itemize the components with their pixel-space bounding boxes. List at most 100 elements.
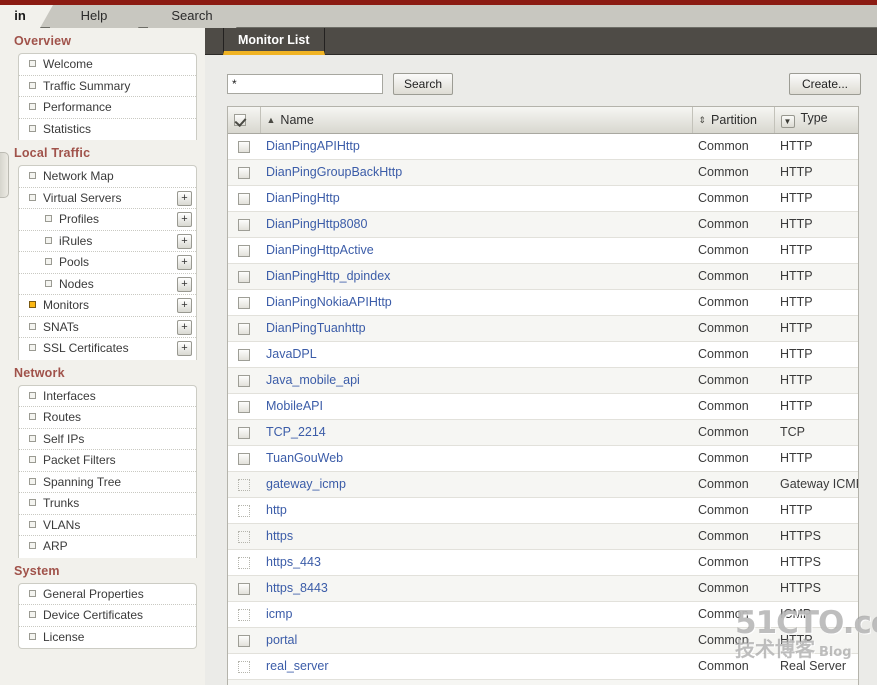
- chevron-down-icon[interactable]: ▼: [780, 115, 795, 129]
- row-checkbox[interactable]: [238, 634, 250, 647]
- bullet-icon: [29, 103, 36, 110]
- row-checkbox[interactable]: [238, 400, 250, 413]
- expand-icon[interactable]: +: [177, 190, 192, 206]
- monitor-name-link[interactable]: TuanGouWeb: [266, 451, 343, 465]
- column-header-select-all[interactable]: [228, 107, 261, 134]
- row-checkbox[interactable]: [238, 270, 250, 283]
- partition-cell: Common: [692, 575, 774, 602]
- sidebar-item-trunks[interactable]: Trunks: [19, 493, 196, 515]
- sidebar-item-label: iRules: [59, 233, 93, 248]
- expand-icon[interactable]: +: [177, 212, 192, 227]
- monitor-name-link[interactable]: portal: [266, 633, 297, 647]
- select-all-checkbox[interactable]: [234, 114, 246, 127]
- sidebar-item-spanning-tree[interactable]: Spanning Tree: [19, 472, 196, 493]
- bullet-icon: [29, 193, 36, 201]
- sidebar-item-performance[interactable]: Performance: [19, 97, 196, 119]
- top-tab-in[interactable]: in: [0, 5, 53, 28]
- table-row: snmp_dcaCommonSNMP DCA: [228, 679, 858, 685]
- row-checkbox[interactable]: [238, 166, 250, 179]
- sidebar-item-nodes[interactable]: Nodes +: [19, 274, 196, 295]
- sidebar-item-irules[interactable]: iRules +: [19, 231, 196, 252]
- sidebar-item-statistics[interactable]: Statistics: [19, 119, 196, 141]
- search-button[interactable]: Search: [393, 73, 454, 95]
- sidebar-item-ssl-certificates[interactable]: SSL Certificates +: [19, 338, 196, 360]
- sidebar-item-profiles[interactable]: Profiles +: [19, 209, 196, 231]
- sidebar-item-traffic-summary[interactable]: Traffic Summary: [19, 76, 196, 97]
- sidebar-item-monitors[interactable]: Monitors +: [19, 295, 196, 317]
- sidebar-item-license[interactable]: License: [19, 627, 196, 649]
- sidebar-item-label: SSL Certificates: [43, 341, 129, 355]
- monitor-name-link[interactable]: DianPingHttp_dpindex: [266, 269, 390, 283]
- sidebar-item-label: Routes: [43, 410, 82, 424]
- bullet-icon: [45, 236, 52, 244]
- type-cell: SNMP DCA: [774, 679, 858, 685]
- bullet-icon: [29, 322, 36, 330]
- top-tab-help[interactable]: Help: [50, 5, 151, 28]
- monitor-name-link[interactable]: Java_mobile_api: [266, 373, 360, 387]
- sidebar-item-general-properties[interactable]: General Properties: [19, 584, 196, 605]
- sidebar-item-welcome[interactable]: Welcome: [19, 54, 196, 76]
- tab-monitor-list[interactable]: Monitor List: [223, 28, 325, 55]
- sidebar-item-packet-filters[interactable]: Packet Filters: [19, 450, 196, 472]
- row-checkbox[interactable]: [238, 322, 250, 335]
- type-cell: HTTP: [774, 289, 858, 316]
- monitor-name-link[interactable]: DianPingHttpActive: [266, 243, 374, 257]
- sidebar-item-self-ips[interactable]: Self IPs: [19, 429, 196, 450]
- monitor-name-link[interactable]: TCP_2214: [266, 425, 326, 439]
- partition-cell: Common: [692, 263, 774, 290]
- sidebar-item-pools[interactable]: Pools +: [19, 252, 196, 274]
- sidebar-item-vlans[interactable]: VLANs: [19, 515, 196, 536]
- monitor-name-link[interactable]: DianPingAPIHttp: [266, 139, 360, 153]
- sort-toggle-icon: ⇕: [698, 114, 707, 125]
- monitor-name-link[interactable]: icmp: [266, 607, 292, 621]
- expand-icon[interactable]: +: [177, 341, 192, 356]
- row-checkbox[interactable]: [238, 192, 250, 205]
- sidebar-collapse-handle[interactable]: [0, 152, 9, 198]
- row-checkbox[interactable]: [238, 452, 250, 465]
- bullet-icon: [29, 542, 36, 549]
- top-tab-search[interactable]: Search: [148, 5, 249, 28]
- row-checkbox[interactable]: [238, 426, 250, 439]
- monitor-name-link[interactable]: https: [266, 529, 293, 543]
- bullet-icon: [29, 172, 36, 179]
- expand-icon[interactable]: +: [177, 233, 192, 249]
- monitor-name-link[interactable]: DianPingHttp: [266, 191, 340, 205]
- row-checkbox[interactable]: [238, 296, 250, 309]
- monitor-name-link[interactable]: real_server: [266, 659, 329, 673]
- column-header-name[interactable]: ▲ Name: [260, 107, 693, 134]
- row-checkbox[interactable]: [238, 140, 250, 153]
- column-header-type[interactable]: ▼ Type: [774, 107, 858, 134]
- sidebar-item-arp[interactable]: ARP: [19, 536, 196, 558]
- column-header-partition[interactable]: ⇕ Partition: [692, 107, 775, 134]
- expand-icon[interactable]: +: [177, 298, 192, 313]
- expand-icon[interactable]: +: [177, 255, 192, 270]
- row-checkbox[interactable]: [238, 374, 250, 387]
- monitor-name-link[interactable]: https_443: [266, 555, 321, 569]
- search-row: Search: [227, 73, 861, 95]
- sidebar-item-interfaces[interactable]: Interfaces: [19, 386, 196, 407]
- monitor-name-link[interactable]: DianPingTuanhttp: [266, 321, 366, 335]
- row-checkbox[interactable]: [238, 244, 250, 257]
- row-checkbox[interactable]: [238, 582, 250, 595]
- sidebar-item-label: ARP: [43, 539, 68, 553]
- sidebar-item-network-map[interactable]: Network Map: [19, 166, 196, 188]
- create-button[interactable]: Create...: [788, 73, 861, 95]
- search-input[interactable]: [227, 74, 383, 94]
- monitor-name-link[interactable]: DianPingNokiaAPIHttp: [266, 295, 392, 309]
- row-checkbox[interactable]: [238, 348, 250, 361]
- monitor-name-link[interactable]: DianPingHttp8080: [266, 217, 367, 231]
- monitor-name-link[interactable]: MobileAPI: [266, 399, 323, 413]
- sidebar-item-virtual-servers[interactable]: Virtual Servers +: [19, 188, 196, 209]
- left-navigation: Overview Welcome Traffic Summary Performanc…: [0, 28, 205, 685]
- sidebar-item-device-certificates[interactable]: Device Certificates: [19, 605, 196, 627]
- monitor-name-link[interactable]: http: [266, 503, 287, 517]
- expand-icon[interactable]: +: [177, 319, 192, 335]
- monitor-name-link[interactable]: gateway_icmp: [266, 477, 346, 491]
- sidebar-item-snats[interactable]: SNATs +: [19, 317, 196, 338]
- monitor-name-link[interactable]: JavaDPL: [266, 347, 317, 361]
- monitor-name-link[interactable]: https_8443: [266, 581, 328, 595]
- monitor-name-link[interactable]: DianPingGroupBackHttp: [266, 165, 402, 179]
- row-checkbox[interactable]: [238, 218, 250, 231]
- expand-icon[interactable]: +: [177, 276, 192, 292]
- sidebar-item-routes[interactable]: Routes: [19, 407, 196, 429]
